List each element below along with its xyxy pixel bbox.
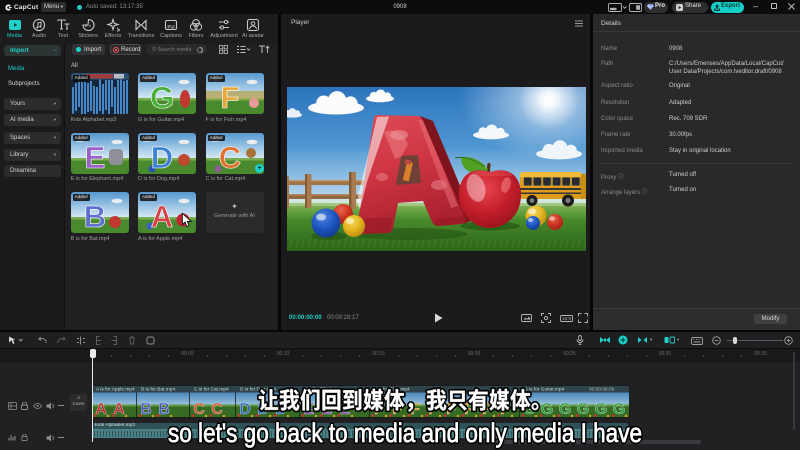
- svg-text:so let's go back to media and: so let's go back to media and only media…: [168, 418, 642, 448]
